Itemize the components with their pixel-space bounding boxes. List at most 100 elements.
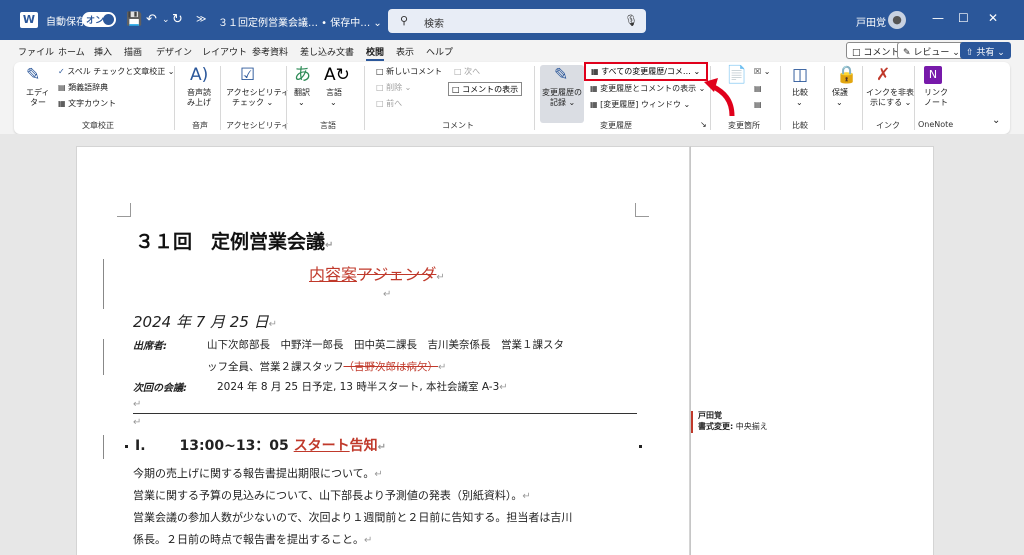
compare-label[interactable]: 比較 bbox=[792, 88, 808, 98]
microphone-icon[interactable]: 🎙 bbox=[624, 14, 638, 27]
language-icon[interactable]: A↻ bbox=[324, 66, 350, 84]
tab-help[interactable]: ヘルプ bbox=[426, 45, 453, 58]
avatar[interactable]: ● bbox=[888, 11, 906, 29]
word-count-button[interactable]: ▦ 文字カウント bbox=[58, 99, 116, 109]
compare-dropdown-icon[interactable]: ⌄ bbox=[796, 98, 803, 108]
translate-dropdown-icon[interactable]: ⌄ bbox=[298, 98, 305, 108]
paragraph-mark: ↵ bbox=[438, 362, 447, 373]
new-comment-button[interactable]: □ 新しいコメント bbox=[376, 67, 442, 77]
minimize-icon[interactable]: — bbox=[932, 11, 944, 25]
review-mode-button[interactable]: ✎ レビュー ⌄ bbox=[897, 42, 966, 59]
tab-mailings[interactable]: 差し込み文書 bbox=[300, 45, 354, 58]
body-text: 係長。２日前の時点で報告書を提出すること。 bbox=[133, 533, 364, 546]
spell-check-button[interactable]: ✓ スペル チェックと文章校正 ⌄ bbox=[58, 67, 174, 77]
save-icon[interactable]: 💾 bbox=[126, 12, 142, 27]
document-page[interactable]: ３１回 定例営業会議↵ 内容案アジェンダ↵ ↵ 2024 年 7 月 25 日↵… bbox=[76, 146, 690, 555]
attendees-line-1[interactable]: 山下次郎部長 中野洋一郎長 田中英二課長 吉川美奈係長 営業１課スタ bbox=[207, 337, 564, 352]
attendees-label: 出席者: bbox=[133, 341, 167, 352]
user-name[interactable]: 戸田覚 bbox=[856, 14, 886, 29]
compare-icon[interactable]: ◫ bbox=[792, 66, 808, 84]
reviewing-pane-button[interactable]: ▦ [変更履歴] ウィンドウ ⌄ bbox=[590, 100, 690, 110]
format-change-balloon[interactable]: 書式変更: 中央揃え bbox=[698, 421, 768, 432]
search-box[interactable]: ⚲ 検索 🎙 bbox=[388, 9, 646, 33]
read-aloud-label-2[interactable]: み上げ bbox=[187, 98, 211, 108]
accessibility-label-1[interactable]: アクセシビリティ bbox=[226, 88, 289, 98]
translate-label[interactable]: 翻訳 bbox=[294, 88, 310, 98]
close-icon[interactable]: ✕ bbox=[988, 11, 998, 25]
track-changes-label-1: 変更履歴の bbox=[542, 88, 582, 97]
group-compare-label: 比較 bbox=[792, 121, 808, 130]
selection-handle[interactable] bbox=[639, 445, 642, 448]
selection-handle[interactable] bbox=[125, 445, 128, 448]
thesaurus-button[interactable]: ▤ 類義語辞典 bbox=[58, 83, 108, 93]
next-comment-button[interactable]: □ 次へ bbox=[454, 67, 480, 77]
accessibility-icon[interactable]: ☑ bbox=[240, 66, 255, 84]
share-button[interactable]: ⇧ 共有 ⌄ bbox=[960, 42, 1011, 59]
read-aloud-icon[interactable]: A) bbox=[190, 66, 208, 84]
deleted-text: アジェンダ bbox=[357, 265, 437, 284]
undo-icon[interactable]: ↶ bbox=[146, 12, 157, 27]
active-tab-indicator bbox=[366, 59, 384, 61]
attendees-line-2[interactable]: ッフ全員、営業２課スタッフ（吉野次郎は病欠）↵ bbox=[207, 359, 446, 374]
tab-file[interactable]: ファイル bbox=[18, 45, 54, 58]
next-change-icon[interactable]: ▤ bbox=[754, 100, 762, 110]
redo-icon[interactable]: ↻ bbox=[172, 12, 183, 27]
language-dropdown-icon[interactable]: ⌄ bbox=[330, 98, 337, 108]
hide-ink-icon[interactable]: ✗ bbox=[876, 66, 890, 84]
tab-layout[interactable]: レイアウト bbox=[202, 45, 247, 58]
document-title-heading[interactable]: ３１回 定例営業会議↵ bbox=[135, 227, 333, 254]
tab-view[interactable]: 表示 bbox=[396, 45, 414, 58]
protect-dropdown-icon[interactable]: ⌄ bbox=[836, 98, 843, 108]
collapse-ribbon-icon[interactable]: ⌄ bbox=[992, 116, 1000, 126]
previous-comment-button[interactable]: □ 前へ bbox=[376, 99, 402, 109]
body-line-4[interactable]: 係長。２日前の時点で報告書を提出すること。↵ bbox=[133, 531, 372, 547]
linked-notes-label-2[interactable]: ノート bbox=[924, 98, 948, 108]
customize-toolbar-icon[interactable]: ≫ bbox=[196, 14, 206, 25]
tab-draw[interactable]: 描画 bbox=[124, 45, 142, 58]
accessibility-label-2[interactable]: チェック ⌄ bbox=[232, 98, 273, 108]
group-separator bbox=[534, 66, 535, 130]
group-tracking-label: 変更履歴 bbox=[600, 121, 632, 130]
body-line-3[interactable]: 営業会議の参加人数が少ないので、次回より１週間前と２日前に告知する。担当者は吉川 bbox=[133, 509, 572, 525]
next-meeting-text[interactable]: 2024 年 8 月 25 日予定, 13 時半スタート, 本社会議室 A-3↵ bbox=[217, 379, 508, 394]
linked-notes-label-1[interactable]: リンク bbox=[924, 88, 948, 98]
body-text: 今期の売上げに関する報告書提出期限について。 bbox=[133, 467, 375, 480]
document-area[interactable]: ３１回 定例営業会議↵ 内容案アジェンダ↵ ↵ 2024 年 7 月 25 日↵… bbox=[0, 134, 1024, 555]
tab-design[interactable]: デザイン bbox=[156, 45, 192, 58]
undo-dropdown-icon[interactable]: ⌄ bbox=[162, 15, 170, 25]
delete-comment-button[interactable]: □ 削除 ⌄ bbox=[376, 83, 411, 93]
margin-corner bbox=[117, 203, 131, 217]
tab-references[interactable]: 参考資料 bbox=[252, 45, 288, 58]
protect-label[interactable]: 保護 bbox=[832, 88, 848, 98]
empty-paragraph: ↵ bbox=[133, 399, 142, 410]
language-label[interactable]: 言語 bbox=[326, 88, 342, 98]
editor-label-1[interactable]: エディ bbox=[26, 88, 49, 98]
hide-ink-label-2[interactable]: 示にする ⌄ bbox=[870, 98, 911, 108]
agenda-item-heading[interactable]: I. 13:00~13：05 スタート告知↵ bbox=[135, 435, 386, 455]
show-markup-button[interactable]: ▦ 変更履歴とコメントの表示 ⌄ bbox=[590, 84, 705, 94]
read-aloud-label-1[interactable]: 音声読 bbox=[187, 88, 211, 98]
editor-icon[interactable]: ✎ bbox=[26, 66, 40, 84]
document-title[interactable]: ３１回定例営業会議… • 保存中… ⌄ bbox=[218, 14, 382, 29]
subtitle[interactable]: 内容案アジェンダ↵ bbox=[309, 261, 445, 285]
meeting-date[interactable]: 2024 年 7 月 25 日↵ bbox=[133, 311, 277, 332]
maximize-icon[interactable]: ☐ bbox=[958, 11, 969, 25]
tab-insert[interactable]: 挿入 bbox=[94, 45, 112, 58]
reject-icon[interactable]: ☒ ⌄ bbox=[754, 67, 770, 77]
onenote-icon[interactable]: N bbox=[924, 66, 942, 84]
dialog-launcher-icon[interactable]: ↘ bbox=[700, 120, 707, 130]
balloon-author[interactable]: 戸田覚 bbox=[698, 410, 722, 421]
autosave-toggle[interactable]: オン bbox=[82, 12, 116, 27]
translate-icon[interactable]: あ bbox=[294, 66, 311, 84]
show-comments-button[interactable]: □ コメントの表示 bbox=[448, 82, 523, 96]
previous-comment-icon: □ bbox=[376, 99, 384, 108]
lock-icon[interactable]: 🔒 bbox=[836, 66, 857, 84]
body-line-1[interactable]: 今期の売上げに関する報告書提出期限について。↵ bbox=[133, 465, 383, 481]
previous-change-icon[interactable]: ▤ bbox=[754, 84, 762, 94]
accept-icon[interactable]: 📄 bbox=[726, 66, 747, 84]
hide-ink-label-1[interactable]: インクを非表 bbox=[866, 88, 914, 98]
body-line-2[interactable]: 営業に関する予算の見込みについて、山下部長より予測値の発表（別紙資料）。↵ bbox=[133, 487, 531, 503]
tab-home[interactable]: ホーム bbox=[58, 45, 85, 58]
tab-review[interactable]: 校閲 bbox=[366, 45, 384, 58]
editor-label-2[interactable]: ター bbox=[30, 98, 46, 108]
